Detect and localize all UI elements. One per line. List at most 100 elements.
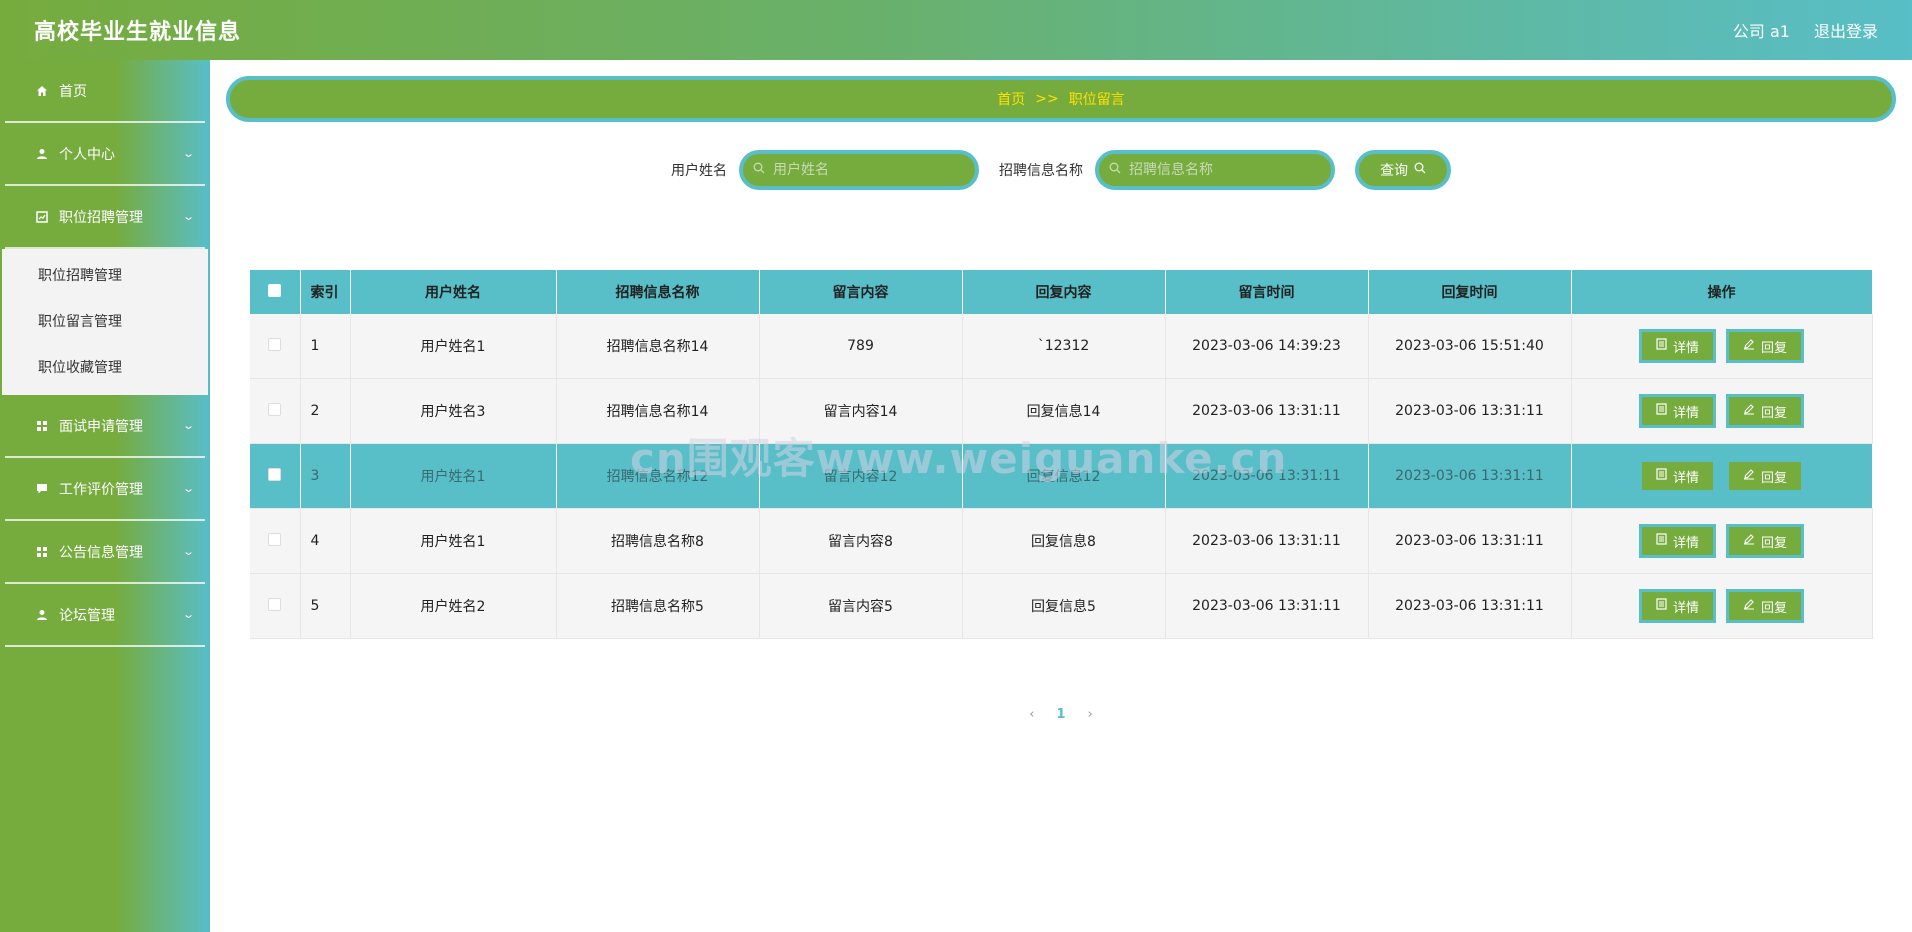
prev-page-button[interactable]: ‹ — [1029, 707, 1034, 722]
chart-icon — [35, 210, 49, 224]
sidebar-item-label: 工作评价管理 — [59, 481, 143, 498]
logout-link[interactable]: 退出登录 — [1814, 18, 1878, 42]
table-row[interactable]: 2 用户姓名3 招聘信息名称14 留言内容14 回复信息14 2023-03-06 13:… — [250, 378, 1873, 444]
row-checkbox-cell — [250, 573, 301, 639]
breadcrumb-home[interactable]: 首页 — [997, 89, 1025, 109]
actions-group: 详情 回复 — [1572, 509, 1872, 573]
index-cell: 1 — [300, 314, 351, 379]
table-row[interactable]: 5 用户姓名2 招聘信息名称5 留言内容5 回复信息5 2023-03-06 13:31:… — [250, 573, 1873, 639]
row-checkbox[interactable] — [268, 532, 282, 546]
row-checkbox[interactable] — [268, 467, 282, 481]
column-header-reply: 回复内容 — [962, 270, 1166, 314]
sidebar-item-forum[interactable]: 论坛管理 ⌄ — [5, 584, 205, 647]
index-cell: 5 — [300, 573, 351, 639]
username-cell: 用户姓名1 — [350, 508, 557, 574]
edit-icon — [1743, 533, 1755, 549]
recruit-name-cell: 招聘信息名称12 — [556, 443, 760, 509]
current-page[interactable]: 1 — [1056, 707, 1065, 722]
sidebar-item-notice[interactable]: 公告信息管理 ⌄ — [5, 521, 205, 584]
detail-button-label: 详情 — [1672, 405, 1699, 421]
message-table: 索引 用户姓名 招聘信息名称 留言内容 回复内容 留言时间 回复时间 操作 1用… — [250, 270, 1873, 639]
sidebar-item-label: 公告信息管理 — [59, 544, 143, 561]
submenu-item-favorite-manage[interactable]: 职位收藏管理 — [2, 345, 208, 391]
message-cell: 留言内容12 — [759, 443, 963, 509]
table-row[interactable]: 4 用户姓名1 招聘信息名称8 留言内容8 回复信息8 2023-03-06 13:31:… — [250, 508, 1873, 574]
document-icon — [1656, 468, 1667, 484]
edit-icon — [1743, 338, 1755, 354]
reply-time-cell: 2023-03-06 13:31:11 — [1368, 378, 1572, 444]
recruit-name-label: 招聘信息名称 — [999, 163, 1083, 179]
row-checkbox[interactable] — [268, 402, 282, 416]
sidebar-item-interview[interactable]: 面试申请管理 ⌄ — [5, 395, 205, 458]
recruitment-submenu: 职位招聘管理 职位留言管理 职位收藏管理 — [2, 249, 208, 395]
submenu-item-message-manage[interactable]: 职位留言管理 — [2, 299, 208, 345]
row-checkbox[interactable] — [268, 597, 282, 611]
breadcrumb: 首页 >> 职位留言 — [226, 76, 1896, 122]
detail-button[interactable]: 详情 — [1638, 459, 1716, 493]
actions-cell: 详情 回复 — [1571, 378, 1873, 444]
app-title: 高校毕业生就业信息 — [34, 20, 242, 45]
main-content: 首页 >> 职位留言 用户姓名 招聘信息名称 查询 — [210, 60, 1912, 932]
chevron-down-icon: ⌄ — [181, 419, 195, 432]
actions-cell: 详情 回复 — [1571, 573, 1873, 639]
message-cell: 789 — [759, 314, 963, 379]
reply-cell: 回复信息12 — [962, 443, 1166, 509]
sidebar-item-evaluation[interactable]: 工作评价管理 ⌄ — [5, 458, 205, 521]
chevron-down-icon: ⌄ — [181, 210, 195, 223]
message-time-cell: 2023-03-06 14:39:23 — [1165, 314, 1369, 379]
submenu-item-recruitment-manage[interactable]: 职位招聘管理 — [2, 253, 208, 299]
detail-button[interactable]: 详情 — [1638, 589, 1716, 623]
reply-time-cell: 2023-03-06 13:31:11 — [1368, 508, 1572, 574]
message-cell: 留言内容5 — [759, 573, 963, 639]
message-cell: 留言内容8 — [759, 508, 963, 574]
next-page-button[interactable]: › — [1088, 707, 1093, 722]
query-button-label: 查询 — [1380, 163, 1408, 179]
username-label: 用户姓名 — [671, 163, 727, 179]
reply-button[interactable]: 回复 — [1726, 589, 1805, 623]
sidebar-item-label: 职位招聘管理 — [59, 209, 143, 226]
recruit-name-input[interactable] — [1129, 162, 1309, 178]
grid-icon — [35, 419, 49, 433]
search-icon — [1109, 162, 1121, 178]
recruit-name-cell: 招聘信息名称5 — [556, 573, 760, 639]
message-time-cell: 2023-03-06 13:31:11 — [1165, 573, 1369, 639]
message-time-cell: 2023-03-06 13:31:11 — [1165, 378, 1369, 444]
column-header-index: 索引 — [300, 270, 351, 314]
reply-button[interactable]: 回复 — [1726, 524, 1805, 558]
reply-button[interactable]: 回复 — [1726, 329, 1805, 363]
reply-cell: 回复信息8 — [962, 508, 1166, 574]
reply-button[interactable]: 回复 — [1726, 394, 1805, 428]
reply-button-label: 回复 — [1761, 340, 1788, 356]
username-cell: 用户姓名2 — [350, 573, 557, 639]
sidebar-item-recruitment[interactable]: 职位招聘管理 ⌄ — [5, 186, 205, 249]
edit-icon — [1743, 468, 1755, 484]
header-actions: 公司 a1 退出登录 — [1733, 18, 1878, 42]
actions-cell: 详情 回复 — [1571, 314, 1873, 379]
table-row[interactable]: 3 用户姓名1 招聘信息名称12 留言内容12 回复信息12 2023-03-06 13:… — [250, 443, 1873, 509]
sidebar: 首页 个人中心 ⌄ 职位招聘管理 ⌄ 职位招聘管理 职位留言管理 职位收藏管理 … — [0, 60, 210, 932]
recruit-search-box — [1095, 150, 1335, 190]
select-all-checkbox[interactable] — [268, 283, 282, 297]
username-input[interactable] — [773, 162, 953, 178]
query-button[interactable]: 查询 — [1355, 150, 1451, 190]
detail-button[interactable]: 详情 — [1638, 394, 1716, 428]
sidebar-item-home[interactable]: 首页 — [5, 60, 205, 123]
detail-button[interactable]: 详情 — [1638, 524, 1716, 558]
breadcrumb-separator: >> — [1035, 91, 1059, 107]
select-all-cell — [250, 270, 301, 314]
row-checkbox[interactable] — [268, 337, 282, 351]
detail-button-label: 详情 — [1672, 340, 1699, 356]
sidebar-item-label: 个人中心 — [59, 146, 115, 163]
home-icon — [35, 84, 49, 98]
message-time-cell: 2023-03-06 13:31:11 — [1165, 508, 1369, 574]
table-row[interactable]: 1 用户姓名1 招聘信息名称14 789 `12312 2023-03-06 14:39:… — [250, 314, 1873, 379]
reply-button[interactable]: 回复 — [1726, 459, 1805, 493]
column-header-message-time: 留言时间 — [1165, 270, 1369, 314]
column-header-message: 留言内容 — [759, 270, 963, 314]
message-cell: 留言内容14 — [759, 378, 963, 444]
username-cell: 用户姓名3 — [350, 378, 557, 444]
grid-icon — [35, 545, 49, 559]
detail-button[interactable]: 详情 — [1638, 329, 1716, 363]
search-icon — [753, 162, 765, 178]
sidebar-item-personal-center[interactable]: 个人中心 ⌄ — [5, 123, 205, 186]
